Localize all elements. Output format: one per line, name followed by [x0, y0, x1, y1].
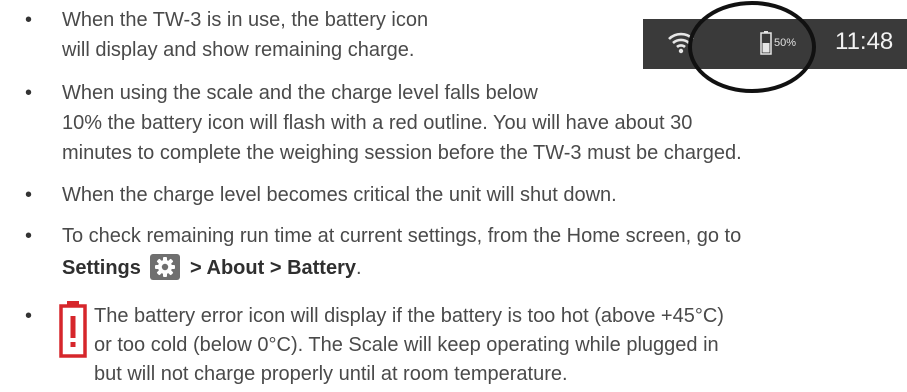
battery-error-icon	[59, 301, 87, 358]
gear-icon	[150, 253, 181, 280]
settings-path: > About > Battery	[190, 257, 356, 279]
clock: 11:48	[835, 28, 894, 55]
bullet-2-line-2: 10% the battery icon will flash with a r…	[62, 112, 693, 134]
bullet-2-line-1: When using the scale and the charge leve…	[62, 82, 538, 104]
bullet-1-line-2: will display and show remaining charge.	[62, 39, 415, 61]
bullet-4-line-2: Settings > About > Battery.	[62, 253, 362, 283]
bullet-marker: •	[25, 82, 33, 104]
bullet-5-line-2: or too cold (below 0°C). The Scale will …	[94, 334, 719, 356]
bullet-marker: •	[25, 305, 33, 327]
settings-label: Settings	[62, 257, 141, 279]
bullet-1-line-1: When the TW-3 is in use, the battery ico…	[62, 9, 429, 31]
bullet-5-line-1: The battery error icon will display if t…	[94, 305, 724, 327]
bullet-5-line-3: but will not charge properly until at ro…	[94, 363, 568, 385]
bullet-4-line-1: To check remaining run time at current s…	[62, 225, 742, 247]
highlight-circle	[688, 1, 816, 93]
bullet-marker: •	[25, 225, 33, 247]
bullet-marker: •	[25, 9, 33, 31]
settings-path-period: .	[356, 257, 362, 279]
bullet-3-line-1: When the charge level becomes critical t…	[62, 184, 617, 206]
bullet-marker: •	[25, 184, 33, 206]
bullet-2-line-3: minutes to complete the weighing session…	[62, 142, 742, 164]
